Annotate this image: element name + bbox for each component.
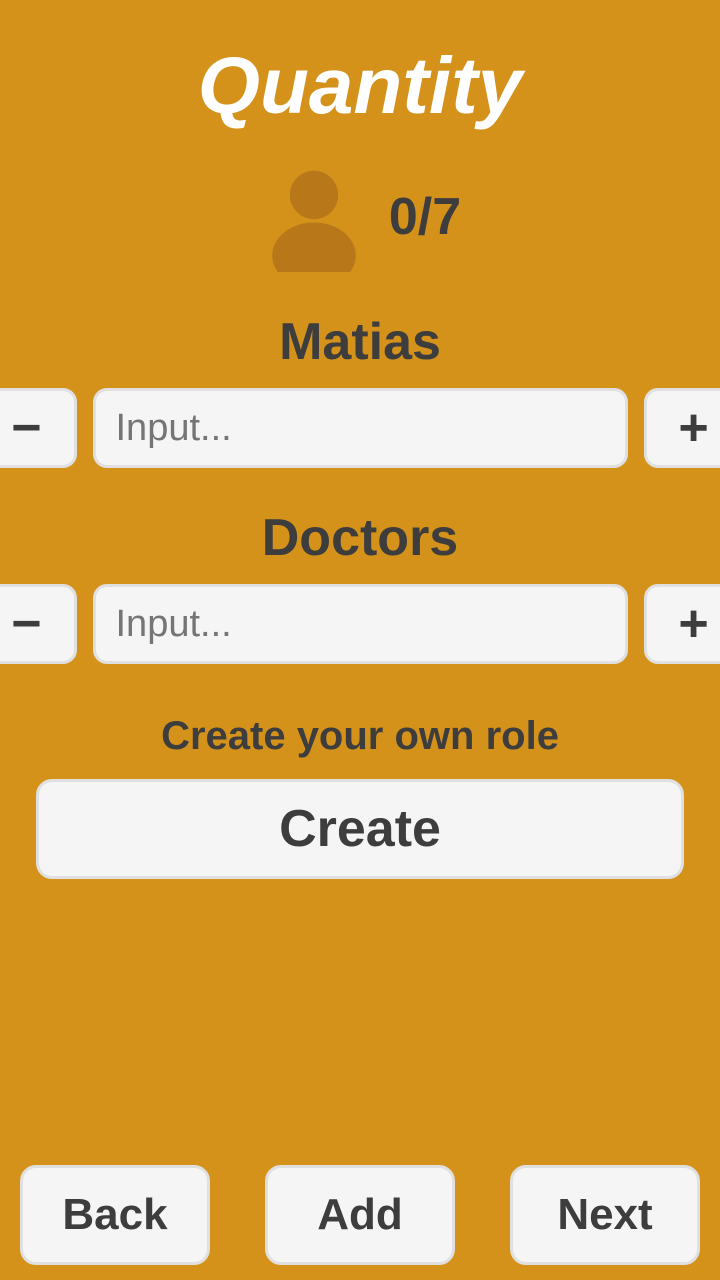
create-label: Create your own role xyxy=(161,714,559,759)
create-section: Create your own role Create xyxy=(36,714,684,879)
doctors-increment-button[interactable]: + xyxy=(644,584,720,664)
counter-section: 0/7 xyxy=(259,162,461,272)
add-button[interactable]: Add xyxy=(265,1165,455,1265)
create-button[interactable]: Create xyxy=(36,779,684,879)
doctors-decrement-button[interactable]: − xyxy=(0,584,77,664)
bottom-nav: Back Add Next xyxy=(0,1150,720,1280)
counter-display: 0/7 xyxy=(389,187,461,247)
page-title: Quantity xyxy=(198,40,522,132)
matias-controls: − + xyxy=(36,388,684,468)
matias-label: Matias xyxy=(279,312,441,372)
next-button[interactable]: Next xyxy=(510,1165,700,1265)
person-icon xyxy=(259,162,369,272)
matias-input[interactable] xyxy=(93,388,628,468)
matias-section: Matias − + xyxy=(0,312,720,468)
doctors-section: Doctors − + xyxy=(0,508,720,664)
matias-decrement-button[interactable]: − xyxy=(0,388,77,468)
doctors-input[interactable] xyxy=(93,584,628,664)
back-button[interactable]: Back xyxy=(20,1165,210,1265)
doctors-controls: − + xyxy=(36,584,684,664)
doctors-label: Doctors xyxy=(262,508,458,568)
matias-increment-button[interactable]: + xyxy=(644,388,720,468)
